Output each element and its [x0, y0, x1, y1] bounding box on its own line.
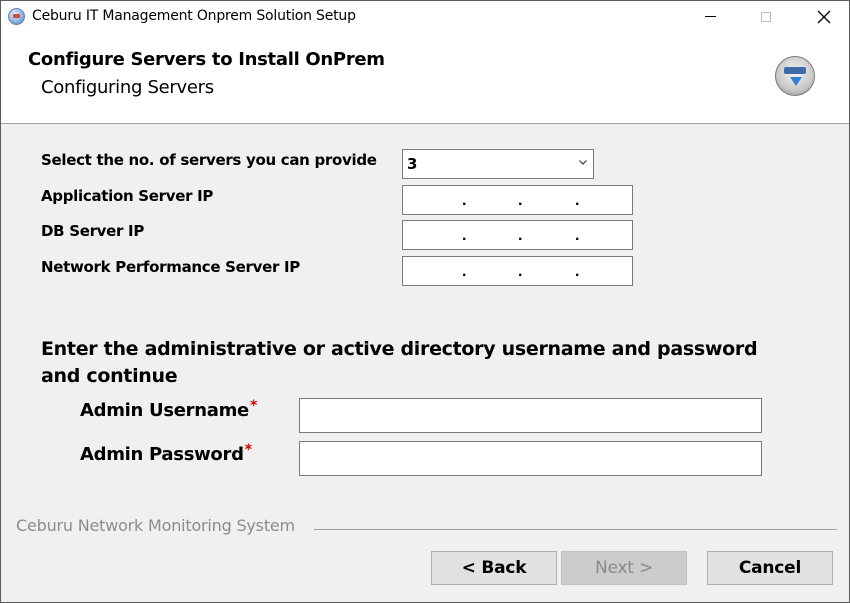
ip-separator: . — [462, 192, 467, 209]
close-button[interactable] — [801, 1, 847, 32]
admin-password-label-text: Admin Password — [80, 444, 244, 465]
minimize-icon — [704, 16, 716, 17]
ip-separator: . — [518, 192, 523, 209]
ip-separator: . — [575, 263, 580, 280]
required-mark: * — [249, 398, 257, 414]
ip-separator: . — [518, 227, 523, 244]
credentials-prompt: Enter the administrative or active direc… — [41, 338, 758, 387]
app-server-ip-input[interactable]: . . . — [402, 185, 633, 215]
ip-separator: . — [518, 263, 523, 280]
ip-separator: . — [462, 227, 467, 244]
servers-count-value: 3 — [407, 155, 418, 173]
db-server-ip-label: DB Server IP — [41, 222, 145, 240]
admin-username-label: Admin Username* — [80, 398, 257, 421]
title-bar: Ceburu IT Management Onprem Solution Set… — [1, 1, 849, 32]
window-title: Ceburu IT Management Onprem Solution Set… — [32, 8, 356, 24]
servers-count-label: Select the no. of servers you can provid… — [41, 151, 377, 169]
chevron-down-icon — [579, 160, 587, 165]
required-mark: * — [244, 442, 252, 458]
admin-username-label-text: Admin Username — [80, 400, 249, 421]
app-icon — [8, 8, 25, 25]
maximize-icon — [761, 11, 771, 22]
page-subtitle: Configuring Servers — [41, 77, 214, 98]
net-perf-server-ip-label: Network Performance Server IP — [41, 258, 300, 276]
next-button[interactable]: Next > — [561, 551, 687, 585]
cancel-button[interactable]: Cancel — [707, 551, 833, 585]
admin-password-input[interactable] — [299, 441, 762, 476]
ip-separator: . — [462, 263, 467, 280]
admin-password-label: Admin Password* — [80, 442, 252, 465]
ip-separator: . — [575, 227, 580, 244]
close-icon — [817, 10, 831, 23]
maximize-button[interactable] — [743, 1, 789, 32]
net-perf-server-ip-input[interactable]: . . . — [402, 256, 633, 286]
back-button[interactable]: < Back — [431, 551, 557, 585]
brand-text: Ceburu Network Monitoring System — [16, 516, 295, 535]
app-server-ip-label: Application Server IP — [41, 187, 214, 205]
footer-divider — [314, 529, 837, 530]
minimize-button[interactable] — [687, 1, 733, 32]
setup-window: Ceburu IT Management Onprem Solution Set… — [0, 0, 850, 603]
admin-username-input[interactable] — [299, 398, 762, 433]
setup-logo-icon — [775, 56, 815, 96]
servers-count-select[interactable]: 3 — [402, 149, 594, 179]
ip-separator: . — [575, 192, 580, 209]
page-title: Configure Servers to Install OnPrem — [28, 49, 385, 70]
db-server-ip-input[interactable]: . . . — [402, 220, 633, 250]
wizard-header: Configure Servers to Install OnPrem Conf… — [1, 32, 849, 124]
